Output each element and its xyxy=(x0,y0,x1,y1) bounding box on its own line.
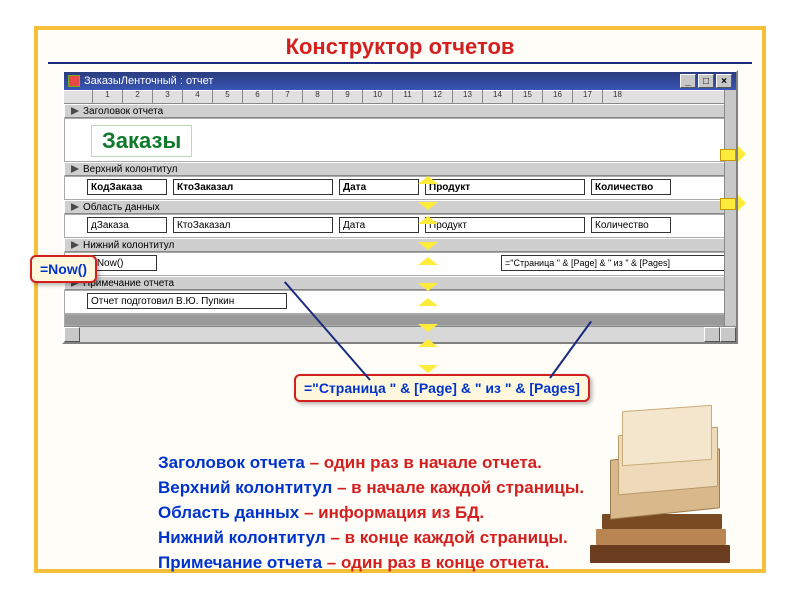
legend-term: Примечание отчета xyxy=(158,550,322,575)
resize-arrow-icon xyxy=(418,182,438,204)
legend-def: – один раз в конце отчета. xyxy=(322,553,549,572)
section-label: Примечание отчета xyxy=(83,278,174,289)
legend-def: – один раз в начале отчета. xyxy=(305,453,542,472)
report-designer-window: ЗаказыЛенточный : отчет _ □ × 1234567891… xyxy=(62,70,738,344)
bound-field[interactable]: дЗаказа xyxy=(87,217,167,233)
legend-def: – в начале каждой страницы. xyxy=(332,478,584,497)
legend-term: Верхний колонтитул xyxy=(158,475,332,500)
close-button[interactable]: × xyxy=(716,74,732,88)
page-header-area[interactable]: КодЗаказа КтоЗаказал Дата Продукт Количество xyxy=(64,176,736,200)
resize-arrow-icon xyxy=(714,146,740,162)
scroll-left-button[interactable] xyxy=(64,327,80,342)
gray-area xyxy=(64,314,736,326)
scroll-corner xyxy=(720,327,736,342)
column-header[interactable]: КтоЗаказал xyxy=(173,179,333,195)
section-report-footer[interactable]: Примечание отчета xyxy=(64,276,736,290)
books-decoration xyxy=(582,393,742,563)
resize-arrow-icon xyxy=(714,195,740,211)
bound-field[interactable]: Количество xyxy=(591,217,671,233)
legend-term: Нижний колонтитул xyxy=(158,525,326,550)
maximize-button[interactable]: □ xyxy=(698,74,714,88)
resize-arrow-icon xyxy=(418,263,438,285)
callout-now: =Now() xyxy=(30,255,97,283)
report-footer-area[interactable]: Отчет подготовил В.Ю. Пупкин xyxy=(64,290,736,314)
bound-field[interactable]: Дата xyxy=(339,217,419,233)
section-label: Верхний колонтитул xyxy=(83,164,178,175)
bound-field[interactable]: Продукт xyxy=(425,217,585,233)
report-title-label[interactable]: Заказы xyxy=(91,125,192,157)
column-header[interactable]: Количество xyxy=(591,179,671,195)
page-title: Конструктор отчетов xyxy=(38,30,762,62)
section-report-header[interactable]: Заголовок отчета xyxy=(64,104,736,118)
footer-left-field[interactable]: =Now() xyxy=(87,255,157,271)
section-page-header[interactable]: Верхний колонтитул xyxy=(64,162,736,176)
horizontal-ruler: 123456789101112131415161718 xyxy=(64,90,736,104)
legend-def: – информация из БД. xyxy=(299,503,484,522)
column-header[interactable]: КодЗаказа xyxy=(87,179,167,195)
bound-field[interactable]: КтоЗаказал xyxy=(173,217,333,233)
column-header[interactable]: Продукт xyxy=(425,179,585,195)
resize-arrow-icon xyxy=(418,345,438,367)
legend-term: Область данных xyxy=(158,500,299,525)
legend-def: – в конце каждой страницы. xyxy=(326,528,568,547)
resize-arrow-icon xyxy=(418,222,438,244)
scroll-right-button[interactable] xyxy=(704,327,720,342)
column-header[interactable]: Дата xyxy=(339,179,419,195)
section-page-footer[interactable]: Нижний колонтитул xyxy=(64,238,736,252)
page-footer-area[interactable]: =Now() ="Страница " & [Page] & " из " & … xyxy=(64,252,736,276)
section-label: Нижний колонтитул xyxy=(83,240,174,251)
horizontal-scrollbar[interactable] xyxy=(64,326,736,342)
note-field[interactable]: Отчет подготовил В.Ю. Пупкин xyxy=(87,293,287,309)
form-icon xyxy=(68,75,80,87)
section-label: Область данных xyxy=(83,202,160,213)
detail-area[interactable]: дЗаказа КтоЗаказал Дата Продукт Количество xyxy=(64,214,736,238)
legend: Заголовок отчета – один раз в начале отч… xyxy=(158,450,592,575)
resize-arrow-icon xyxy=(418,304,438,326)
divider xyxy=(48,62,752,64)
section-label: Заголовок отчета xyxy=(83,106,163,117)
titlebar[interactable]: ЗаказыЛенточный : отчет _ □ × xyxy=(64,72,736,90)
callout-page-expr: ="Страница " & [Page] & " из " & [Pages] xyxy=(294,374,590,402)
report-header-area[interactable]: Заказы xyxy=(64,118,736,162)
window-caption: ЗаказыЛенточный : отчет xyxy=(84,75,213,87)
legend-term: Заголовок отчета xyxy=(158,450,305,475)
section-detail[interactable]: Область данных xyxy=(64,200,736,214)
minimize-button[interactable]: _ xyxy=(680,74,696,88)
footer-right-field[interactable]: ="Страница " & [Page] & " из " & [Pages] xyxy=(501,255,731,271)
